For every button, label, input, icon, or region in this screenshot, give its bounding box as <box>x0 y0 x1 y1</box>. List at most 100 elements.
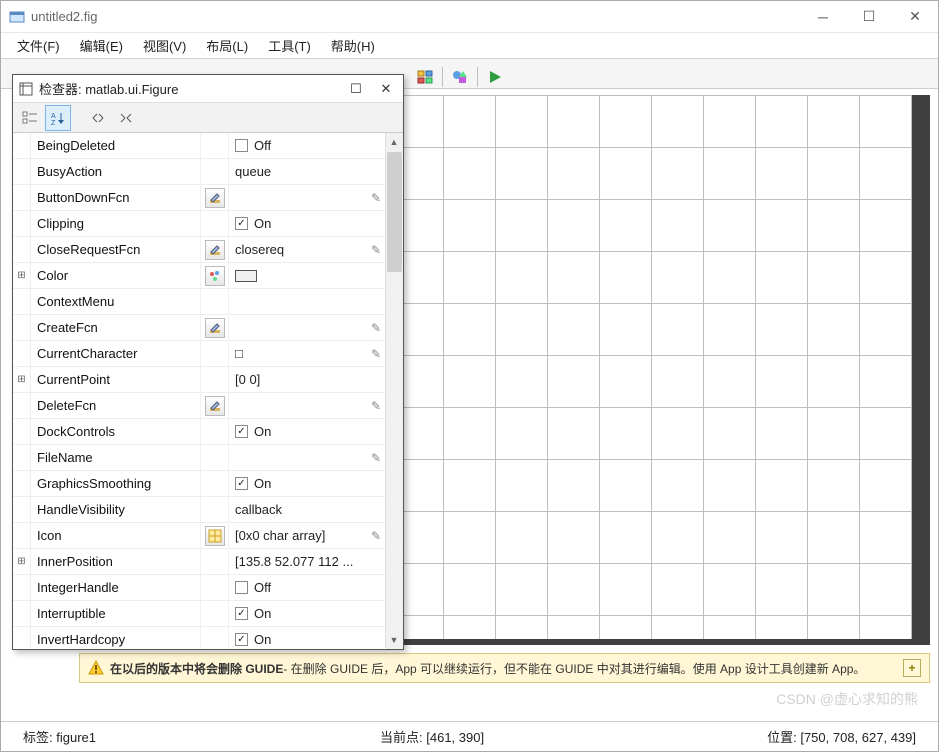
expand-toggle <box>13 315 31 340</box>
property-row[interactable]: DockControlsOn <box>13 419 403 445</box>
edit-pencil-icon[interactable]: ✎ <box>371 347 381 361</box>
scroll-thumb[interactable] <box>387 152 402 272</box>
property-value[interactable]: Off <box>229 575 387 600</box>
property-value[interactable]: ✎ <box>229 315 387 340</box>
warning-text-bold: 在以后的版本中将会删除 GUIDE <box>110 660 283 677</box>
property-editor-slot <box>201 315 229 340</box>
checkbox-icon[interactable] <box>235 425 248 438</box>
property-row[interactable]: BeingDeletedOff <box>13 133 403 159</box>
run-button[interactable] <box>483 65 507 89</box>
array-editor-icon[interactable] <box>205 526 225 546</box>
edit-pencil-icon[interactable]: ✎ <box>371 243 381 257</box>
callback-editor-icon[interactable] <box>205 188 225 208</box>
property-value[interactable]: closereq✎ <box>229 237 387 262</box>
svg-text:A: A <box>51 113 56 120</box>
edit-pencil-icon[interactable]: ✎ <box>371 399 381 413</box>
checkbox-icon[interactable] <box>235 581 248 594</box>
menu-edit[interactable]: 编辑(E) <box>70 33 133 58</box>
property-row[interactable]: ButtonDownFcn✎ <box>13 185 403 211</box>
property-value[interactable]: [0 0] <box>229 367 387 392</box>
callback-editor-icon[interactable] <box>205 318 225 338</box>
inspector-close-button[interactable]: ✕ <box>371 77 401 101</box>
property-value[interactable]: callback <box>229 497 387 522</box>
property-row[interactable]: FileName✎ <box>13 445 403 471</box>
property-value[interactable]: [0x0 char array]✎ <box>229 523 387 548</box>
property-row[interactable]: CloseRequestFcnclosereq✎ <box>13 237 403 263</box>
expand-toggle[interactable]: ⊞ <box>13 367 31 392</box>
menu-view[interactable]: 视图(V) <box>133 33 196 58</box>
property-row[interactable]: Icon[0x0 char array]✎ <box>13 523 403 549</box>
property-row[interactable]: ⊞CurrentPoint[0 0] <box>13 367 403 393</box>
property-row[interactable]: ⊞Color▼ <box>13 263 403 289</box>
property-row[interactable]: InterruptibleOn <box>13 601 403 627</box>
property-value[interactable]: On <box>229 627 387 649</box>
edit-pencil-icon[interactable]: ✎ <box>371 529 381 543</box>
property-value[interactable]: □✎ <box>229 341 387 366</box>
property-editor-slot <box>201 263 229 288</box>
categorize-button[interactable] <box>17 105 43 131</box>
checkbox-icon[interactable] <box>235 633 248 646</box>
edit-pencil-icon[interactable]: ✎ <box>371 321 381 335</box>
expand-toggle <box>13 341 31 366</box>
window-minimize-button[interactable]: ─ <box>800 1 846 33</box>
collapse-button[interactable] <box>113 105 139 131</box>
property-row[interactable]: HandleVisibilitycallback▼ <box>13 497 403 523</box>
expand-button[interactable] <box>85 105 111 131</box>
color-swatch[interactable] <box>235 270 257 282</box>
inspector-scrollbar[interactable]: ▲ ▼ <box>385 133 402 648</box>
status-pos-label: 位置: <box>767 730 797 745</box>
property-row[interactable]: GraphicsSmoothingOn <box>13 471 403 497</box>
callback-editor-icon[interactable] <box>205 240 225 260</box>
window-close-button[interactable]: ✕ <box>892 1 938 33</box>
property-row[interactable]: ⊞InnerPosition[135.8 52.077 112 ... <box>13 549 403 575</box>
callback-editor-icon[interactable] <box>205 396 225 416</box>
property-row[interactable]: IntegerHandleOff <box>13 575 403 601</box>
color-editor-icon[interactable] <box>205 266 225 286</box>
property-name: DeleteFcn <box>31 393 201 418</box>
scroll-down-button[interactable]: ▼ <box>386 631 402 648</box>
menu-file[interactable]: 文件(F) <box>7 33 70 58</box>
property-editor-slot <box>201 341 229 366</box>
property-value[interactable]: ✎ <box>229 185 387 210</box>
menu-help[interactable]: 帮助(H) <box>321 33 385 58</box>
property-value[interactable] <box>229 289 387 314</box>
property-row[interactable]: BusyActionqueue▼ <box>13 159 403 185</box>
edit-pencil-icon[interactable]: ✎ <box>371 191 381 205</box>
menu-layout[interactable]: 布局(L) <box>196 33 258 58</box>
checkbox-icon[interactable] <box>235 477 248 490</box>
property-editor-slot <box>201 549 229 574</box>
shapes-tool-icon[interactable] <box>448 65 472 89</box>
property-row[interactable]: CreateFcn✎ <box>13 315 403 341</box>
property-value[interactable]: On <box>229 601 387 626</box>
checkbox-icon[interactable] <box>235 607 248 620</box>
warning-expand-button[interactable]: + <box>903 659 921 677</box>
property-editor-slot <box>201 419 229 444</box>
property-value[interactable]: On <box>229 471 387 496</box>
property-value[interactable] <box>229 263 387 288</box>
property-value[interactable]: Off <box>229 133 387 158</box>
align-tool-icon[interactable] <box>413 65 437 89</box>
property-row[interactable]: ClippingOn <box>13 211 403 237</box>
property-row[interactable]: DeleteFcn ✎ <box>13 393 403 419</box>
property-value[interactable]: On <box>229 419 387 444</box>
edit-pencil-icon[interactable]: ✎ <box>371 451 381 465</box>
property-value[interactable]: [135.8 52.077 112 ... <box>229 549 387 574</box>
expand-toggle[interactable]: ⊞ <box>13 263 31 288</box>
property-grid[interactable]: BeingDeletedOffBusyActionqueue▼ButtonDow… <box>13 133 403 649</box>
inspector-titlebar[interactable]: 检查器: matlab.ui.Figure ☐ ✕ <box>13 75 403 103</box>
menu-tools[interactable]: 工具(T) <box>258 33 321 58</box>
inspector-maximize-button[interactable]: ☐ <box>341 77 371 101</box>
property-row[interactable]: CurrentCharacter□✎ <box>13 341 403 367</box>
expand-toggle[interactable]: ⊞ <box>13 549 31 574</box>
checkbox-icon[interactable] <box>235 139 248 152</box>
property-value[interactable]: ✎ <box>229 393 387 418</box>
sort-az-button[interactable]: AZ <box>45 105 71 131</box>
checkbox-icon[interactable] <box>235 217 248 230</box>
property-row[interactable]: InvertHardcopyOn <box>13 627 403 649</box>
window-maximize-button[interactable]: ☐ <box>846 1 892 33</box>
scroll-up-button[interactable]: ▲ <box>386 133 402 150</box>
property-value[interactable]: On <box>229 211 387 236</box>
property-value[interactable]: ✎ <box>229 445 387 470</box>
property-value[interactable]: queue <box>229 159 387 184</box>
property-row[interactable]: ContextMenu▼ <box>13 289 403 315</box>
